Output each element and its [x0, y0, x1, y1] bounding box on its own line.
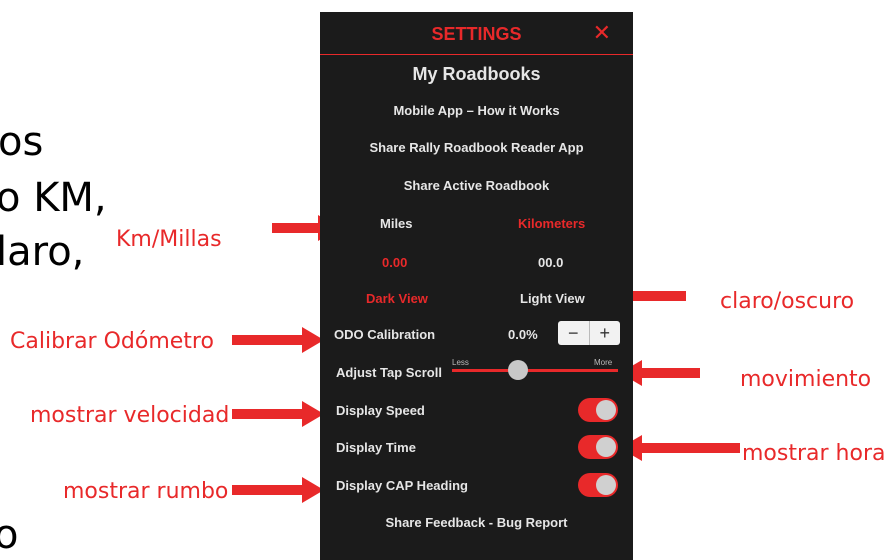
annotation-velocidad: mostrar velocidad	[30, 403, 230, 428]
slide-text-line-4: o	[0, 512, 19, 558]
minus-button[interactable]: −	[558, 321, 589, 345]
plus-button[interactable]: +	[588, 321, 621, 345]
settings-header: SETTINGS ✕	[320, 12, 633, 55]
display-time-label: Display Time	[336, 440, 416, 455]
annotation-km-millas: Km/Millas	[116, 227, 222, 252]
slide-text-line-3: laro,	[0, 229, 85, 275]
display-speed-toggle[interactable]	[578, 398, 618, 422]
display-cap-toggle[interactable]	[578, 473, 618, 497]
odo-calibration-value: 0.0%	[508, 327, 538, 342]
my-roadbooks-link[interactable]: My Roadbooks	[320, 64, 633, 85]
tap-scroll-slider-thumb[interactable]	[508, 360, 529, 380]
share-feedback-link[interactable]: Share Feedback - Bug Report	[320, 515, 633, 530]
tap-scroll-less-label: Less	[452, 358, 469, 367]
display-time-toggle[interactable]	[578, 435, 618, 459]
settings-panel: SETTINGS ✕ My Roadbooks Mobile App – How…	[320, 12, 633, 560]
slide-text-line-1: os	[0, 119, 44, 165]
annotation-rumbo: mostrar rumbo	[63, 479, 229, 504]
tap-scroll-label: Adjust Tap Scroll	[336, 365, 442, 380]
kilometers-option[interactable]: Kilometers	[518, 216, 585, 231]
odo-calibration-stepper: − +	[558, 321, 620, 345]
toggle-knob	[596, 437, 616, 457]
slide-text-line-2: o KM,	[0, 175, 107, 221]
share-active-roadbook-link[interactable]: Share Active Roadbook	[320, 178, 633, 193]
tap-scroll-slider-track[interactable]	[452, 369, 618, 372]
odo-value-right: 00.0	[538, 255, 564, 270]
annotation-movimiento: movimiento	[740, 367, 872, 392]
toggle-knob	[596, 475, 616, 495]
display-cap-label: Display CAP Heading	[336, 478, 468, 493]
dark-view-option[interactable]: Dark View	[366, 291, 428, 306]
annotation-calibrar: Calibrar Odómetro	[10, 329, 214, 354]
odo-calibration-label: ODO Calibration	[334, 327, 436, 342]
tap-scroll-more-label: More	[594, 358, 613, 367]
annotation-claro-oscuro: claro/oscuro	[720, 289, 855, 314]
odo-value-left: 0.00	[382, 255, 408, 270]
display-speed-label: Display Speed	[336, 403, 425, 418]
settings-title: SETTINGS	[431, 24, 522, 44]
mobile-app-link[interactable]: Mobile App – How it Works	[320, 103, 633, 118]
toggle-knob	[596, 400, 616, 420]
share-app-link[interactable]: Share Rally Roadbook Reader App	[320, 140, 633, 155]
annotation-hora: mostrar hora	[742, 441, 884, 466]
miles-option[interactable]: Miles	[380, 216, 413, 231]
close-icon[interactable]: ✕	[593, 20, 611, 46]
light-view-option[interactable]: Light View	[520, 291, 585, 306]
